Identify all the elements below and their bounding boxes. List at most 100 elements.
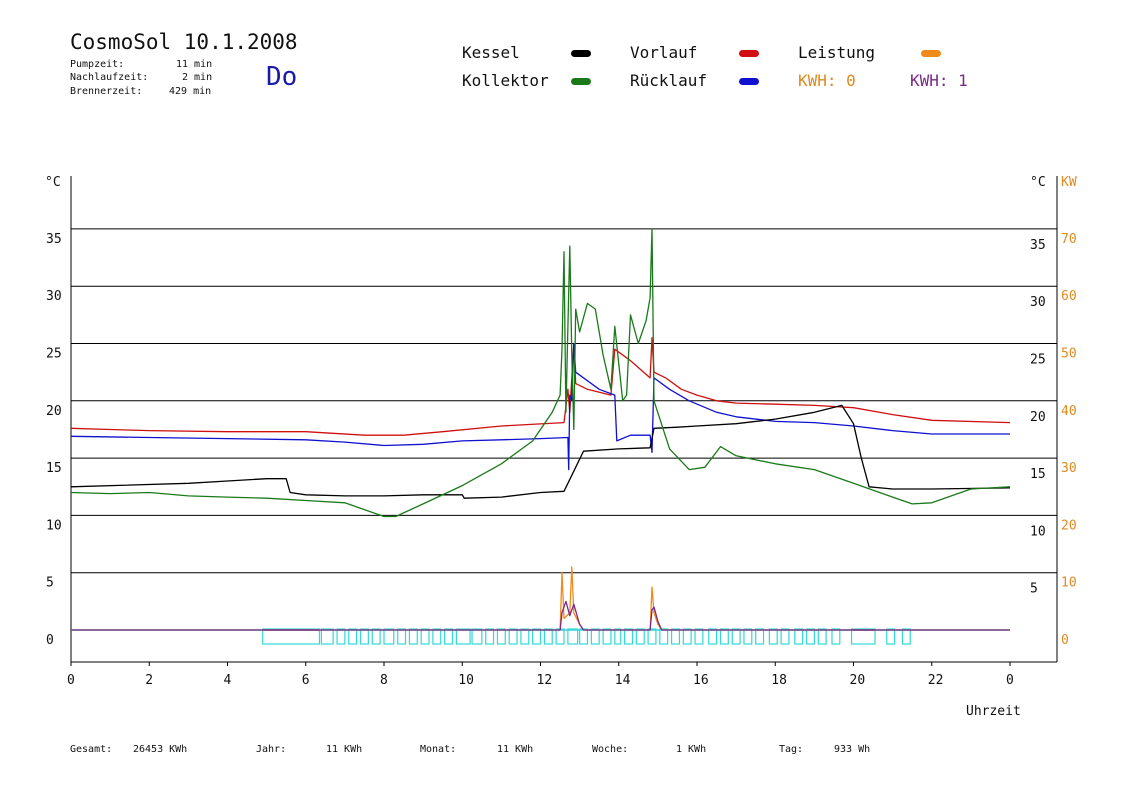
pump-block xyxy=(624,628,634,645)
y-tick-label-right: 35 xyxy=(1030,238,1046,253)
jahr-value: 11 KWh xyxy=(326,744,363,755)
pump-block xyxy=(647,628,657,645)
y-tick-label-left: 20 xyxy=(46,404,62,419)
y2-tick-label: 70 xyxy=(1061,232,1077,247)
pump-block xyxy=(817,628,827,645)
x-tick-label: 22 xyxy=(928,673,944,688)
series-line-vorlauf xyxy=(70,337,1011,436)
x-axis-label: Uhrzeit xyxy=(966,704,1021,719)
y2-tick-label: 40 xyxy=(1061,404,1077,419)
pump-block xyxy=(719,628,729,645)
pump-block xyxy=(532,628,542,645)
pump-block xyxy=(743,628,753,645)
gesamt-value: 26453 KWh xyxy=(133,744,188,755)
x-tick-label: 0 xyxy=(67,673,75,688)
y2-tick-label: 50 xyxy=(1061,347,1077,362)
tag-value: 933 Wh xyxy=(834,744,871,755)
pump-block xyxy=(901,628,911,645)
pump-block xyxy=(731,628,741,645)
pump-block xyxy=(336,628,346,645)
y-tick-label-right: 15 xyxy=(1030,467,1046,482)
x-tick-label: 6 xyxy=(302,673,310,688)
y2-tick-label: 30 xyxy=(1061,461,1077,476)
y-unit-right: °C xyxy=(1030,175,1046,190)
series-line-kollektor xyxy=(70,228,1011,518)
pump-block xyxy=(485,628,495,645)
pump-block xyxy=(359,628,369,645)
pump-block xyxy=(831,628,841,645)
temperature-chart: 0 05 5 1010 10 2015 15 3020 20 4025 25 5030 30 6035 35… xyxy=(45,175,1077,719)
pump-block xyxy=(694,628,704,645)
y-tick-label-right: 5 xyxy=(1030,582,1038,597)
pump-block xyxy=(682,628,692,645)
pump-block xyxy=(408,628,418,645)
y-tick-label-left: 35 xyxy=(46,232,62,247)
pump-block xyxy=(602,628,612,645)
y2-tick-label: 60 xyxy=(1061,289,1077,304)
pump-block xyxy=(455,628,471,645)
pump-block xyxy=(794,628,804,645)
pump-block xyxy=(590,628,600,645)
y2-tick-label: 0 xyxy=(1061,633,1069,648)
pump-block xyxy=(635,628,645,645)
y-tick-label-left: 0 xyxy=(46,633,54,648)
series-line-kessel xyxy=(70,404,1011,499)
tag-label: Tag: xyxy=(779,744,804,755)
y-tick-label-right: 25 xyxy=(1030,353,1046,368)
pump-block xyxy=(805,628,815,645)
x-tick-label: 10 xyxy=(458,673,474,688)
pump-block xyxy=(850,628,876,645)
pump-block xyxy=(496,628,506,645)
y-tick-label-left: 10 xyxy=(46,518,62,533)
jahr-label: Jahr: xyxy=(256,744,287,755)
x-tick-label: 2 xyxy=(145,673,153,688)
x-tick-label: 0 xyxy=(1006,673,1014,688)
pump-block xyxy=(708,628,718,645)
monat-label: Monat: xyxy=(420,744,457,755)
pump-block xyxy=(886,628,896,645)
y-tick-label-right: 30 xyxy=(1030,295,1046,310)
pump-block xyxy=(579,628,589,645)
y-tick-label-right: 20 xyxy=(1030,410,1046,425)
y-unit-left: °C xyxy=(45,175,61,190)
y-tick-label-right: 10 xyxy=(1030,524,1046,539)
y-tick-label-left: 5 xyxy=(46,576,54,591)
pump-block xyxy=(444,628,454,645)
x-tick-label: 4 xyxy=(224,673,232,688)
pump-block xyxy=(543,628,553,645)
pump-block xyxy=(320,628,334,645)
pump-block xyxy=(520,628,530,645)
series-line-r-cklauf xyxy=(70,342,1010,471)
pump-block xyxy=(768,628,778,645)
x-tick-label: 18 xyxy=(771,673,787,688)
series-line-kwh-1 xyxy=(71,600,1010,631)
y-tick-label-left: 30 xyxy=(46,289,62,304)
gesamt-label: Gesamt: xyxy=(70,744,113,755)
pump-block xyxy=(555,628,565,645)
pump-block xyxy=(508,628,518,645)
y-tick-label-left: 15 xyxy=(46,461,62,476)
y-tick-label-left: 25 xyxy=(46,347,62,362)
y2-tick-label: 20 xyxy=(1061,518,1077,533)
pump-block xyxy=(371,628,381,645)
pump-block xyxy=(420,628,430,645)
x-tick-label: 12 xyxy=(537,673,553,688)
x-tick-label: 16 xyxy=(693,673,709,688)
pump-block xyxy=(471,628,483,645)
monat-value: 11 KWh xyxy=(497,744,534,755)
pump-block xyxy=(780,628,790,645)
pump-block xyxy=(432,628,442,645)
pump-block xyxy=(659,628,669,645)
x-tick-label: 14 xyxy=(615,673,631,688)
pump-block xyxy=(567,628,579,645)
woche-value: 1 KWh xyxy=(676,744,707,755)
x-tick-label: 8 xyxy=(380,673,388,688)
woche-label: Woche: xyxy=(592,744,629,755)
y2-tick-label: 10 xyxy=(1061,576,1077,591)
pump-block xyxy=(383,628,395,645)
pump-block xyxy=(262,628,321,645)
pump-block xyxy=(670,628,680,645)
series-line-leistung xyxy=(71,566,1010,631)
x-tick-label: 20 xyxy=(850,673,866,688)
pump-block xyxy=(348,628,358,645)
